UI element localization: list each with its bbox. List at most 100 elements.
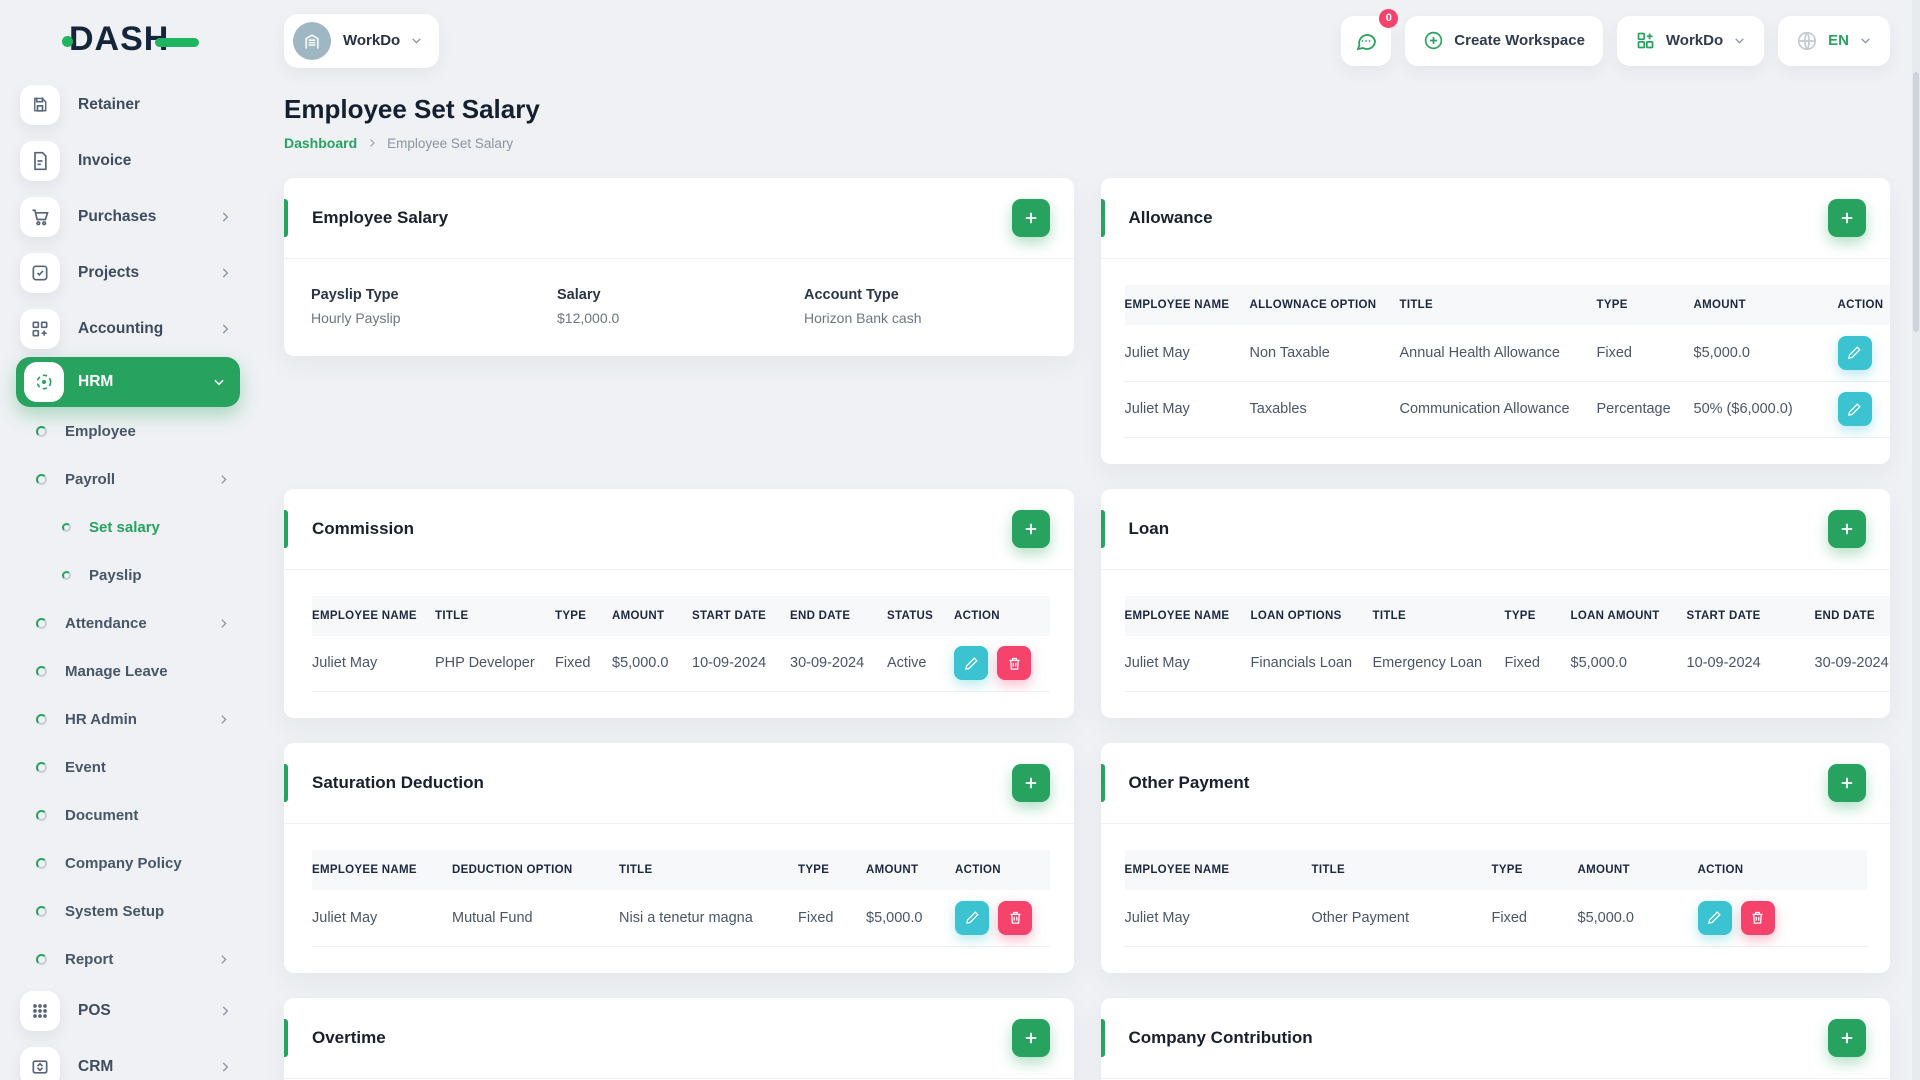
add-loan-button[interactable] [1828,509,1866,548]
sidebar-item-label: HRM [78,373,114,390]
trash-icon [1009,657,1019,670]
pencil-icon [1708,911,1721,925]
cell [1837,325,1890,382]
sidebar-item-employee[interactable]: Employee [0,407,250,455]
main-content: WorkDo 0 Create Workspace WorkDo EN Empl… [250,0,1920,1080]
chevron-down-icon [1735,38,1744,44]
sidebar-item-label: Report [65,950,114,968]
sidebar-item-purchases[interactable]: Purchases [0,189,250,245]
sidebar-item-payslip[interactable]: Payslip [0,551,250,599]
add-company-contribution-button[interactable] [1828,1018,1866,1057]
saturation-deduction-table: EMPLOYEE NAME DEDUCTION OPTION TITLE TYP… [312,850,1050,947]
field-value: Hourly Payslip [311,310,401,326]
retainer-save-icon [20,85,60,125]
add-other-payment-button[interactable] [1828,764,1866,802]
column-header: TITLE [1311,850,1492,890]
breadcrumb-dashboard-link[interactable]: Dashboard [284,135,357,151]
sidebar-item-event[interactable]: Event [0,743,250,791]
sidebar-item-label: System Setup [65,902,165,920]
cell: 10-09-2024 [1686,635,1815,692]
top-bar: WorkDo 0 Create Workspace WorkDo EN [284,0,1890,72]
page-scrollbar[interactable] [1912,0,1920,1080]
breadcrumb: Dashboard Employee Set Salary [284,135,1890,151]
cell: 30-09-2024 [1814,635,1890,692]
other-payment-card: Other Payment EMPLOYEE NAME TITLE TYPE A… [1100,743,1890,973]
field-value: Horizon Bank cash [804,310,922,326]
sidebar-item-attendance[interactable]: Attendance [0,599,250,647]
sidebar-item-system-setup[interactable]: System Setup [0,887,250,935]
page-title: Employee Set Salary [284,94,540,124]
sidebar-item-label: POS [78,1002,111,1019]
sidebar-item-label: Employee [65,422,136,440]
sidebar-item-accounting[interactable]: Accounting [0,301,250,357]
sidebar-item-hr-admin[interactable]: HR Admin [0,695,250,743]
plus-icon [1025,777,1036,789]
column-header: START DATE [1686,595,1815,636]
cell: Fixed [1504,635,1571,692]
edit-button[interactable] [1837,335,1872,370]
sidebar-item-label: Company Policy [65,854,182,872]
column-header: ACTION [954,595,1050,636]
edit-button[interactable] [955,900,989,935]
window-sync-icon [20,1047,60,1080]
language-selector[interactable]: EN [1778,15,1890,66]
app-logo[interactable]: DASH [62,20,200,59]
column-header: EMPLOYEE NAME [1124,595,1251,636]
create-workspace-button[interactable]: Create Workspace [1405,15,1603,66]
workspace-avatar [293,21,331,60]
loan-card: Loan EMPLOYEE NAME LOAN OPTIONS TITLE TY… [1100,488,1890,718]
add-commission-button[interactable] [1011,509,1050,548]
sidebar-item-retainer[interactable]: Retainer [0,77,250,133]
card-accent-bar [284,764,288,802]
sidebar-item-hrm[interactable]: HRM [16,357,240,407]
sidebar-item-label: Manage Leave [65,662,168,680]
column-header: EMPLOYEE NAME [1124,285,1250,325]
table-header-row: EMPLOYEE NAME LOAN OPTIONS TITLE TYPE LO… [1124,595,1890,636]
sidebar-item-invoice[interactable]: Invoice [0,133,250,189]
column-header: TYPE [1504,595,1571,636]
edit-button[interactable] [954,646,988,681]
column-header: EMPLOYEE NAME [312,595,435,636]
chevron-right-icon [222,1006,229,1016]
sidebar-item-manage-leave[interactable]: Manage Leave [0,647,250,695]
scrollbar-thumb[interactable] [1913,72,1919,332]
sidebar-item-company-policy[interactable]: Company Policy [0,839,250,887]
sidebar-item-report[interactable]: Report [0,935,250,983]
card-accent-bar [1100,1018,1105,1057]
edit-button[interactable] [1837,392,1872,426]
logo-dash-icon [155,38,200,47]
chevron-right-icon [222,324,229,334]
sidebar-item-set-salary[interactable]: Set salary [0,503,250,551]
add-overtime-button[interactable] [1011,1018,1050,1057]
plus-icon [1025,1032,1036,1043]
messages-button[interactable]: 0 [1341,8,1399,66]
edit-button[interactable] [1697,900,1732,935]
workspace-selector[interactable]: WorkDo [284,13,440,68]
field-label: Account Type [804,287,899,303]
delete-button[interactable] [997,646,1031,681]
cell: Mutual Fund [452,890,619,947]
sidebar-item-document[interactable]: Document [0,791,250,839]
sidebar-item-pos[interactable]: POS [0,983,250,1039]
table-row: Juliet May Taxables Communication Allowa… [1124,381,1890,438]
add-employee-salary-button[interactable] [1011,199,1050,237]
bullet-icon [62,570,71,580]
sidebar-item-projects[interactable]: Projects [0,245,250,301]
sidebar-item-label: Projects [78,264,140,281]
add-saturation-deduction-button[interactable] [1011,764,1050,802]
sidebar-item-label: Document [65,806,139,824]
sidebar-item-label: Payroll [65,470,116,488]
app-switcher-button[interactable]: WorkDo [1616,15,1765,66]
sidebar-item-crm[interactable]: CRM [0,1039,250,1080]
delete-button[interactable] [998,900,1032,935]
column-header: TYPE [1491,850,1578,890]
workspace-name: WorkDo [343,32,401,49]
delete-button[interactable] [1740,900,1775,935]
sidebar-item-payroll[interactable]: Payroll [0,455,250,503]
cell: Active [887,635,954,692]
chevron-right-icon [370,139,375,147]
chevron-right-icon [222,212,229,222]
column-header: EMPLOYEE NAME [1124,850,1312,890]
column-header: ALLOWNACE OPTION [1249,285,1400,325]
add-allowance-button[interactable] [1828,199,1866,237]
